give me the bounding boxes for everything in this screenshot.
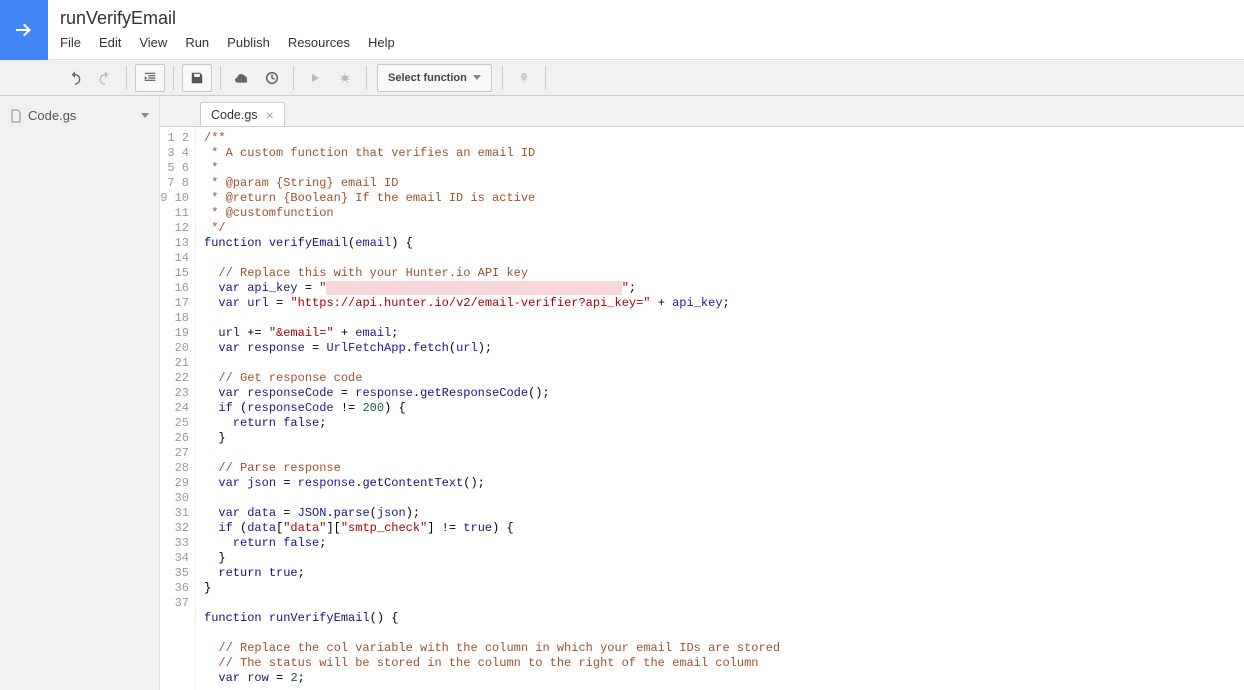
close-icon[interactable]: × [266, 108, 274, 122]
tab-code-gs[interactable]: Code.gs × [200, 102, 285, 127]
separator [366, 66, 367, 90]
header: runVerifyEmail File Edit View Run Publis… [0, 0, 1244, 60]
menu-run[interactable]: Run [185, 35, 209, 50]
file-name: Code.gs [28, 108, 76, 123]
menu-file[interactable]: File [60, 35, 81, 50]
menu-view[interactable]: View [139, 35, 167, 50]
file-sidebar: Code.gs [0, 96, 160, 690]
separator [173, 66, 174, 90]
editor-pane: Code.gs × 1 2 3 4 5 6 7 8 9 10 11 12 13 … [160, 96, 1244, 690]
app-logo[interactable] [0, 0, 48, 60]
save-icon [190, 71, 204, 85]
menu-bar: File Edit View Run Publish Resources Hel… [60, 35, 395, 50]
menu-edit[interactable]: Edit [99, 35, 121, 50]
debug-button[interactable] [330, 64, 360, 92]
lightbulb-icon [517, 71, 531, 85]
redo-icon [97, 70, 113, 86]
run-button[interactable] [300, 64, 330, 92]
clock-icon [264, 70, 280, 86]
play-icon [309, 72, 321, 84]
tab-label: Code.gs [211, 108, 258, 122]
arrow-right-icon [12, 18, 36, 42]
tab-bar: Code.gs × [160, 96, 1244, 127]
redo-button[interactable] [90, 64, 120, 92]
separator [545, 66, 546, 90]
undo-button[interactable] [60, 64, 90, 92]
project-title[interactable]: runVerifyEmail [60, 8, 395, 29]
content-area: Code.gs Code.gs × 1 2 3 4 5 6 7 8 9 10 1… [0, 96, 1244, 690]
menu-resources[interactable]: Resources [288, 35, 350, 50]
select-function-dropdown[interactable]: Select function [377, 64, 492, 92]
separator [126, 66, 127, 90]
save-button[interactable] [182, 64, 212, 92]
indent-icon [143, 71, 157, 85]
menu-help[interactable]: Help [368, 35, 395, 50]
undo-icon [67, 70, 83, 86]
toolbar: Select function [0, 60, 1244, 96]
separator [293, 66, 294, 90]
chevron-down-icon[interactable] [141, 113, 149, 118]
separator [220, 66, 221, 90]
triggers-button[interactable] [257, 64, 287, 92]
file-entry-code-gs[interactable]: Code.gs [6, 104, 153, 127]
deploy-button[interactable] [227, 64, 257, 92]
file-icon [10, 109, 22, 123]
bug-icon [338, 71, 352, 85]
code-editor[interactable]: 1 2 3 4 5 6 7 8 9 10 11 12 13 14 15 16 1… [160, 126, 1244, 690]
separator [502, 66, 503, 90]
indent-button[interactable] [135, 64, 165, 92]
menu-publish[interactable]: Publish [227, 35, 270, 50]
code-content[interactable]: /** * A custom function that verifies an… [196, 127, 1244, 690]
title-menu-area: runVerifyEmail File Edit View Run Publis… [48, 0, 407, 59]
cloud-icon [234, 70, 250, 86]
select-function-label: Select function [388, 72, 467, 84]
chevron-down-icon [473, 75, 481, 80]
hint-button[interactable] [509, 64, 539, 92]
line-gutter: 1 2 3 4 5 6 7 8 9 10 11 12 13 14 15 16 1… [160, 127, 196, 690]
